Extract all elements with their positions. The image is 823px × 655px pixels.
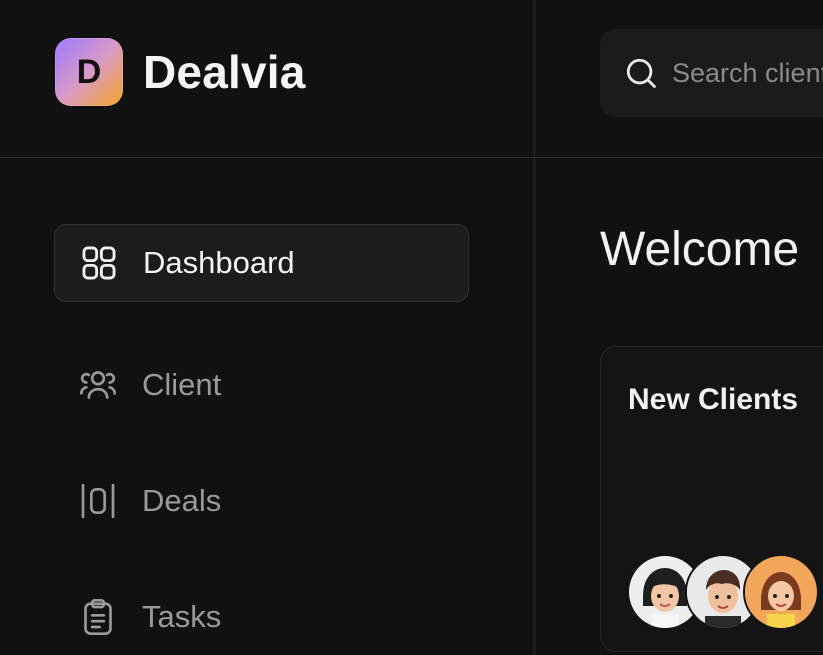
users-icon [78,365,118,405]
header-divider [0,157,823,158]
sidebar-divider [534,0,535,655]
sidebar-item-dashboard[interactable]: Dashboard [54,224,469,302]
sidebar-item-tasks[interactable]: Tasks [54,578,469,655]
search-input[interactable]: Search clients [600,29,823,117]
sidebar-item-label: Client [142,367,222,402]
clipboard-icon [78,597,118,637]
sidebar-item-client[interactable]: Client [54,346,469,424]
sidebar-item-label: Deals [142,483,222,518]
dashboard-grid-icon [79,243,119,283]
avatar-group [627,554,819,630]
logo-letter: D [76,52,102,91]
app-window: D Dealvia Search clients Dashboard [0,0,823,655]
page-title: Welcome [600,223,800,276]
logo-mark: D [55,38,123,106]
search-icon [626,58,656,88]
brand-logo[interactable]: D Dealvia [55,38,306,106]
app-name: Dealvia [143,46,306,98]
new-clients-card[interactable]: New Clients [600,346,823,652]
search-placeholder: Search clients [672,57,823,88]
sidebar-item-label: Dashboard [143,245,295,280]
avatar [743,554,819,630]
sidebar-item-label: Tasks [142,599,222,634]
card-title: New Clients [628,383,799,416]
sidebar-item-deals[interactable]: Deals [54,462,469,540]
deals-columns-icon [78,481,118,521]
